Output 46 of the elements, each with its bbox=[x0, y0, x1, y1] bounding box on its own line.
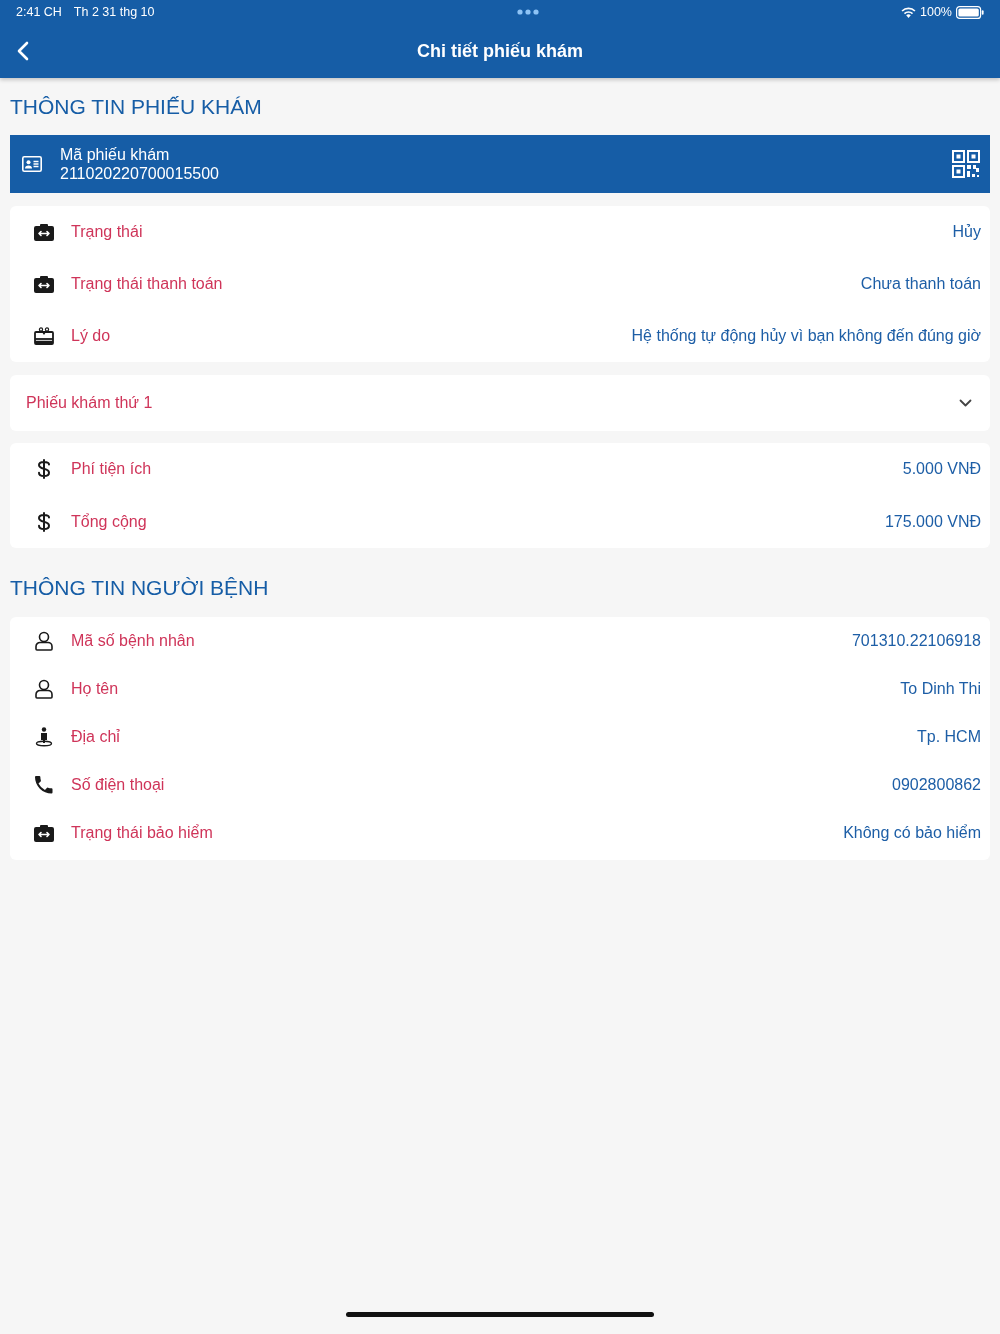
field-value: Hệ thống tự động hủy vì bạn không đến đúng giờ bbox=[631, 326, 981, 346]
qr-code-icon[interactable] bbox=[952, 150, 980, 178]
back-icon bbox=[17, 41, 29, 61]
field-label: Địa chỉ bbox=[71, 727, 120, 747]
field-value: Tp. HCM bbox=[917, 727, 981, 747]
id-card-icon bbox=[22, 156, 42, 172]
status-date: Th 2 31 thg 10 bbox=[73, 3, 155, 21]
battery-percent: 100% bbox=[920, 3, 952, 21]
field-value: Chưa thanh toán bbox=[860, 274, 981, 294]
briefcase-icon bbox=[34, 223, 54, 241]
field-label: Lý do bbox=[71, 326, 111, 346]
field-label: Tổng cộng bbox=[71, 511, 147, 532]
dollar-icon bbox=[37, 459, 51, 480]
briefcase-icon bbox=[34, 824, 54, 842]
dollar-icon bbox=[37, 511, 51, 532]
field-label: Họ tên bbox=[71, 679, 119, 699]
ticket-code-value: 211020220700015500 bbox=[60, 164, 219, 183]
field-label: Trạng thái bbox=[71, 222, 143, 242]
ticket-code-label: Mã phiếu khám bbox=[60, 145, 171, 164]
field-value: 0902800862 bbox=[892, 775, 981, 795]
field-label: Phí tiện ích bbox=[71, 459, 152, 480]
field-label: Trạng thái bảo hiểm bbox=[71, 823, 213, 843]
wifi-icon bbox=[901, 6, 916, 18]
cake-icon bbox=[34, 327, 54, 345]
person-pin-icon bbox=[35, 727, 53, 747]
status-time: 2:41 CH bbox=[16, 3, 62, 21]
field-label: Mã số bệnh nhân bbox=[71, 631, 195, 651]
field-value: To Dinh Thi bbox=[900, 679, 981, 699]
battery-icon bbox=[956, 5, 984, 19]
field-value: 175.000 VNĐ bbox=[884, 511, 981, 532]
field-label: Số điện thoại bbox=[71, 775, 165, 795]
user-icon bbox=[35, 631, 53, 651]
user-icon bbox=[35, 679, 53, 699]
more-dots-icon bbox=[516, 9, 539, 15]
field-value: 5.000 VNĐ bbox=[902, 459, 981, 480]
chevron-icon bbox=[959, 399, 972, 407]
briefcase-icon bbox=[34, 275, 54, 293]
section-title: THÔNG TIN NGƯỜI BỆNH bbox=[10, 575, 269, 602]
field-value: Hủy bbox=[952, 222, 981, 242]
field-value: Không có bảo hiểm bbox=[843, 823, 981, 843]
page-title: Chi tiết phiếu khám bbox=[417, 39, 583, 63]
phone-icon bbox=[35, 776, 53, 794]
field-label: Trạng thái thanh toán bbox=[71, 274, 223, 294]
ticket-dropdown[interactable]: Phiếu khám thứ 1 bbox=[10, 375, 990, 431]
section-title: THÔNG TIN PHIẾU KHÁM bbox=[10, 93, 262, 120]
field-value: 701310.22106918 bbox=[851, 631, 981, 651]
